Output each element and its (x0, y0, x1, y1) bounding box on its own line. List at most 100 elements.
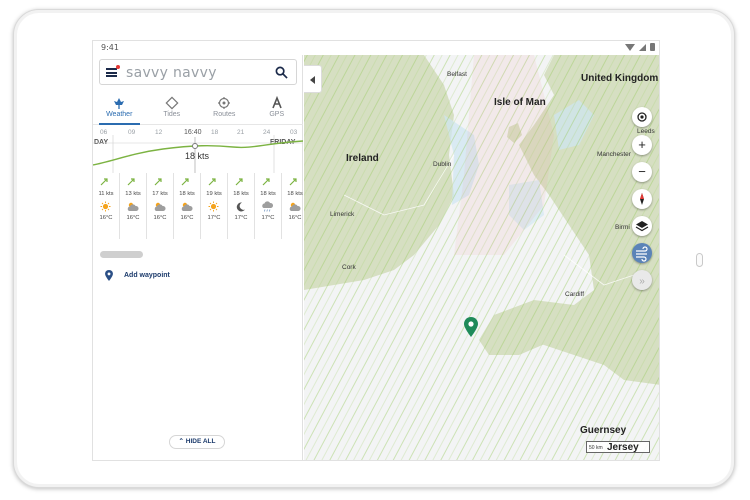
zoom-in-button[interactable]: + (632, 135, 652, 155)
zoom-out-button[interactable]: − (632, 162, 652, 182)
map-label-limerick: Limerick (330, 211, 355, 218)
wifi-icon (625, 43, 635, 51)
weather-timeline[interactable]: 06 09 12 16:40 18 21 24 03 DAY FRIDAY 18… (93, 127, 303, 247)
wind-speed: 11 kts (98, 191, 114, 197)
sun-icon (208, 201, 219, 212)
map-label-jersey: Jersey (607, 442, 639, 453)
forecast-column[interactable]: 11 kts 16°C (93, 173, 120, 239)
tab-weather[interactable]: Weather (93, 91, 146, 125)
wind-speed: 18 kts (233, 191, 249, 197)
wind-graph (93, 135, 303, 173)
map-label-birmingham: Birmi (615, 224, 630, 231)
wind-icon (636, 246, 648, 262)
chevron-up-icon: ⌃ (178, 438, 186, 445)
gps-tab-icon (272, 96, 282, 109)
forecast-column[interactable]: 13 kts 16°C (120, 173, 147, 239)
map-label-guernsey: Guernsey (580, 425, 627, 436)
rain-cloud-icon (262, 201, 274, 212)
minus-icon: − (638, 164, 646, 179)
map-canvas (304, 55, 659, 460)
map-label-isle-of-man: Isle of Man (494, 97, 546, 108)
compass-button[interactable] (632, 189, 652, 209)
menu-icon[interactable] (106, 68, 117, 77)
moon-icon (236, 202, 245, 212)
wind-arrow-icon (262, 178, 270, 186)
wind-arrow-icon (235, 178, 243, 186)
forecast-column[interactable]: 18 kts 17°C (255, 173, 282, 239)
plus-icon: + (638, 137, 646, 152)
map-label-belfast: Belfast (447, 71, 467, 78)
temperature: 16°C (99, 215, 113, 221)
add-waypoint-label: Add waypoint (124, 272, 170, 279)
wind-arrow-icon (100, 178, 108, 186)
status-icons (625, 43, 655, 51)
status-time: 9:41 (101, 43, 119, 52)
temperature: 16°C (288, 215, 302, 221)
map-label-cardiff: Cardiff (565, 291, 585, 298)
temperature: 17°C (261, 215, 275, 221)
forecast-column[interactable]: 18 kts 16°C (282, 173, 303, 239)
search-bar[interactable]: savvy navvy (99, 59, 297, 85)
forecast-column[interactable]: 18 kts 16°C (174, 173, 201, 239)
search-input[interactable]: savvy navvy (126, 65, 217, 81)
forecast-column[interactable]: 17 kts 16°C (147, 173, 174, 239)
hide-all-label: HIDE ALL (185, 438, 216, 445)
signal-icon (639, 43, 646, 51)
temperature: 16°C (126, 215, 140, 221)
sun-icon (100, 201, 111, 212)
partly-cloudy-icon (154, 202, 166, 211)
battery-icon (650, 43, 655, 51)
forecast-column[interactable]: 18 kts 17°C (228, 173, 255, 239)
wind-arrow-icon (181, 178, 189, 186)
horizontal-scrollbar[interactable] (100, 251, 143, 258)
map-label-leeds: Leeds (637, 128, 655, 135)
side-panel: savvy navvy Weather Tides Routes GPS 06 … (93, 55, 303, 460)
layers-icon (635, 221, 649, 232)
notification-dot (116, 65, 120, 69)
my-location-button[interactable] (632, 107, 652, 127)
map-label-manchester: Manchester (597, 151, 631, 158)
scale-label: 50 km (589, 445, 603, 451)
current-wind-speed: 18 kts (185, 151, 210, 161)
wind-arrow-icon (154, 178, 162, 186)
temperature: 17°C (234, 215, 248, 221)
temperature: 17°C (207, 215, 221, 221)
layers-button[interactable] (632, 216, 652, 236)
wind-speed: 18 kts (179, 191, 195, 197)
routes-tab-icon (218, 97, 231, 109)
temperature: 16°C (180, 215, 194, 221)
wind-speed: 19 kts (206, 191, 222, 197)
map-view[interactable]: United Kingdom Isle of Man Ireland Belfa… (304, 55, 659, 460)
map-label-ireland: Ireland (346, 153, 379, 164)
partly-cloudy-icon (127, 202, 139, 211)
locate-icon (637, 112, 647, 122)
wind-speed: 18 kts (287, 191, 303, 197)
search-icon[interactable] (275, 66, 288, 79)
tab-routes[interactable]: Routes (198, 91, 251, 124)
map-label-cork: Cork (342, 264, 356, 271)
tab-label: Routes (213, 111, 236, 118)
tab-label: Weather (106, 111, 133, 118)
wind-speed: 17 kts (152, 191, 168, 197)
tab-label: GPS (269, 111, 285, 118)
forward-button[interactable]: » (632, 270, 652, 290)
tab-bar: Weather Tides Routes GPS (93, 91, 303, 125)
map-location-marker[interactable] (464, 317, 478, 337)
wind-speed: 18 kts (260, 191, 276, 197)
forecast-column[interactable]: 19 kts 17°C (201, 173, 228, 239)
tab-tides[interactable]: Tides (146, 91, 199, 124)
map-label-dublin: Dublin (433, 161, 452, 168)
home-button[interactable] (696, 253, 703, 267)
hide-all-button[interactable]: ⌃ HIDE ALL (169, 435, 225, 449)
status-bar: 9:41 (93, 41, 659, 55)
tab-gps[interactable]: GPS (251, 91, 304, 124)
wind-arrow-icon (208, 178, 216, 186)
location-pin-icon (105, 270, 113, 281)
wind-arrow-icon (127, 178, 135, 186)
weather-tab-icon (114, 98, 125, 109)
partly-cloudy-icon (181, 202, 193, 211)
wind-arrow-icon (289, 178, 297, 186)
wind-layer-button[interactable] (632, 243, 652, 263)
collapse-panel-button[interactable] (304, 65, 322, 93)
tides-tab-icon (165, 96, 179, 110)
